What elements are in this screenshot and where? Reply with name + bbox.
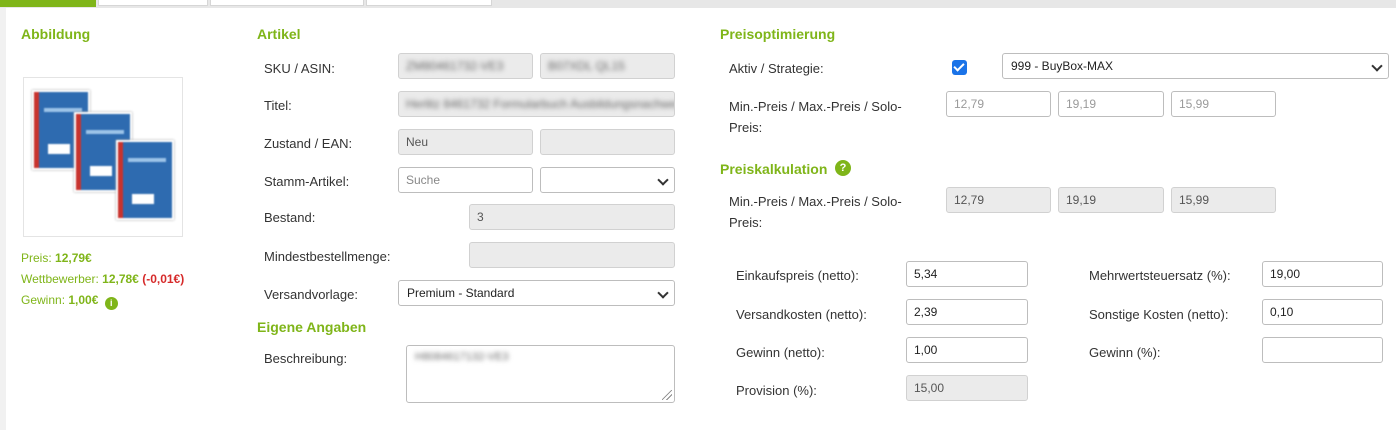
product-image [23, 77, 183, 237]
chevron-down-icon [657, 174, 669, 186]
calc-solo-price-value: 15,99 [1179, 193, 1210, 207]
profit-percent-input[interactable] [1262, 337, 1383, 363]
calc-max-price-field: 19,19 [1058, 187, 1164, 213]
competitor-line: Wettbewerber: 12,78€ (-0,01€) [21, 272, 184, 286]
profit-net-label: Gewinn (netto): [736, 345, 825, 360]
section-title-eigene-angaben: Eigene Angaben [257, 319, 367, 335]
tab-2[interactable] [98, 0, 208, 6]
opt-min-price-placeholder: 12,79 [954, 97, 985, 111]
description-label: Beschreibung: [264, 351, 348, 366]
tab-4[interactable] [366, 0, 492, 6]
calc-solo-price-field: 15,99 [1171, 187, 1276, 213]
active-strategy-label: Aktiv / Strategie: [729, 61, 824, 76]
profit-net-input[interactable]: 1,00 [906, 337, 1028, 363]
shipping-cost-input[interactable]: 2,39 [906, 299, 1028, 325]
asin-field[interactable]: B07XDL QL15 [540, 53, 675, 79]
chevron-down-icon [657, 287, 669, 299]
description-textarea[interactable]: H8084617132-VE3 [406, 345, 675, 403]
profit-percent-label: Gewinn (%): [1089, 345, 1161, 360]
tab-bar [0, 0, 1396, 8]
min-order-label: Mindestbestellmenge: [264, 249, 391, 264]
title-label: Titel: [264, 98, 292, 113]
opt-max-price-input[interactable]: 19,19 [1058, 91, 1164, 117]
price-label: Preis: [21, 251, 52, 265]
profit-line: Gewinn: 1,00€ i [21, 293, 118, 310]
opt-minmax-label-2: Preis: [729, 120, 763, 135]
sku-label: SKU / ASIN: [264, 61, 335, 76]
min-order-field[interactable] [469, 242, 675, 268]
shipping-template-select[interactable]: Premium - Standard [398, 280, 675, 306]
sku-field[interactable]: ZM80461732-VE3 [398, 53, 533, 79]
left-edge [0, 8, 6, 430]
purchase-price-input[interactable]: 5,34 [906, 261, 1028, 287]
condition-field[interactable]: Neu [398, 129, 533, 155]
section-title-preiskalkulation: Preiskalkulation [720, 161, 828, 177]
master-article-label: Stamm-Artikel: [264, 174, 350, 189]
condition-value: Neu [406, 135, 429, 149]
help-icon[interactable]: ? [835, 160, 851, 176]
active-checkbox[interactable] [952, 60, 967, 75]
purchase-price-label: Einkaufspreis (netto): [736, 268, 859, 283]
profit-label: Gewinn: [21, 293, 66, 307]
master-article-select[interactable] [540, 167, 675, 193]
opt-solo-price-placeholder: 15,99 [1179, 97, 1210, 111]
title-value: Herlitz 8461732 Formularbuch Ausbildungs… [406, 97, 675, 111]
other-costs-value: 0,10 [1270, 305, 1294, 319]
shipping-template-label: Versandvorlage: [264, 287, 358, 302]
section-title-preisoptimierung: Preisoptimierung [720, 26, 836, 42]
competitor-diff: (-0,01€) [142, 272, 185, 286]
vat-rate-label: Mehrwertsteuersatz (%): [1089, 268, 1231, 283]
commission-label: Provision (%): [736, 383, 817, 398]
chevron-down-icon [1371, 60, 1383, 72]
calc-minmax-label-2: Preis: [729, 215, 763, 230]
section-title-artikel: Artikel [257, 26, 301, 42]
competitor-label: Wettbewerber: [21, 272, 99, 286]
commission-field: 15,00 [906, 375, 1028, 401]
calc-min-price-field: 12,79 [946, 187, 1051, 213]
calc-minmax-label-1: Min.-Preis / Max.-Preis / Solo- [729, 194, 902, 209]
description-value: H8084617132-VE3 [415, 351, 509, 363]
shipping-cost-label: Versandkosten (netto): [736, 307, 867, 322]
section-title-abbildung: Abbildung [21, 26, 91, 42]
vat-rate-input[interactable]: 19,00 [1262, 261, 1383, 287]
stock-field[interactable]: 3 [469, 204, 675, 230]
other-costs-label: Sonstige Kosten (netto): [1089, 307, 1229, 322]
title-field[interactable]: Herlitz 8461732 Formularbuch Ausbildungs… [398, 91, 675, 117]
shipping-template-value: Premium - Standard [407, 286, 515, 300]
strategy-value: 999 - BuyBox-MAX [1011, 59, 1114, 73]
strategy-select[interactable]: 999 - BuyBox-MAX [1002, 53, 1389, 79]
condition-label: Zustand / EAN: [264, 136, 353, 151]
calc-min-price-value: 12,79 [954, 193, 985, 207]
profit-value: 1,00€ [68, 293, 99, 307]
other-costs-input[interactable]: 0,10 [1262, 299, 1383, 325]
vat-rate-value: 19,00 [1270, 267, 1301, 281]
price-line: Preis: 12,79€ [21, 251, 92, 265]
opt-minmax-label-1: Min.-Preis / Max.-Preis / Solo- [729, 99, 902, 114]
stock-label: Bestand: [264, 210, 316, 225]
asin-value: B07XDL QL15 [548, 59, 625, 73]
tab-active[interactable] [0, 0, 96, 7]
sku-value: ZM80461732-VE3 [406, 59, 504, 73]
shipping-cost-value: 2,39 [914, 305, 938, 319]
opt-min-price-input[interactable]: 12,79 [946, 91, 1051, 117]
profit-net-value: 1,00 [914, 343, 938, 357]
opt-max-price-placeholder: 19,19 [1066, 97, 1097, 111]
purchase-price-value: 5,34 [914, 267, 938, 281]
commission-value: 15,00 [914, 381, 945, 395]
stock-value: 3 [477, 210, 484, 224]
price-value: 12,79€ [55, 251, 92, 265]
resize-handle-icon[interactable] [662, 390, 672, 400]
tab-3[interactable] [210, 0, 364, 6]
calc-max-price-value: 19,19 [1066, 193, 1097, 207]
master-article-search-input[interactable]: Suche [398, 167, 533, 193]
ean-field[interactable] [540, 129, 675, 155]
opt-solo-price-input[interactable]: 15,99 [1171, 91, 1276, 117]
search-placeholder: Suche [406, 173, 441, 187]
competitor-value: 12,78€ [102, 272, 139, 286]
info-icon[interactable]: i [104, 297, 118, 310]
book-image [116, 140, 174, 220]
